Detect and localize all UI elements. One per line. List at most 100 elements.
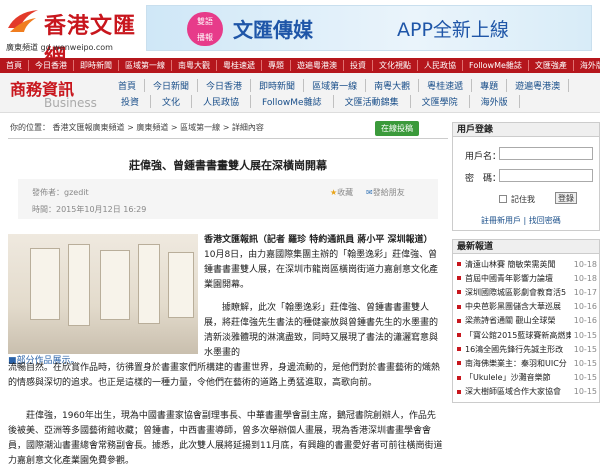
section-nav-item[interactable]: 粵桂速遞 — [419, 78, 473, 92]
remember-checkbox[interactable] — [499, 195, 507, 203]
section-nav-item[interactable]: 南粵大觀 — [366, 78, 420, 92]
app-banner[interactable]: 雙語 播報 文匯傳媒 APP全新上線 — [146, 5, 592, 51]
nav-item[interactable]: 粵桂速遞 — [217, 60, 262, 71]
section-nav-item[interactable]: 專題 — [472, 78, 508, 92]
news-item[interactable]: 中央芭影黑團儲含大華巡展 10-16 — [453, 300, 599, 314]
news-title[interactable]: 清遠山林賽 簡敏荣需英聞 — [465, 259, 571, 270]
section-nav-item[interactable]: 即時新聞 — [251, 78, 305, 92]
news-title[interactable]: 「寶公館2015藍球賽新高燃東 — [465, 330, 571, 341]
section-nav-item[interactable]: 今日新聞 — [145, 78, 199, 92]
bullet-icon — [457, 375, 461, 380]
section-nav-item[interactable]: FollowMe雜誌 — [251, 94, 334, 108]
news-title[interactable]: 16鴻全國先鋒行先誠主形改 — [465, 344, 571, 355]
news-item[interactable]: 深大樹師區域合作大家協會 10-15 — [453, 385, 599, 399]
remember-label: 記住我 — [511, 195, 535, 204]
nav-item[interactable]: 專題 — [262, 60, 291, 71]
article: 莊偉強、曾鍾書書畫雙人展在深橫崗開幕 發佈者：gzedit 時間：2015年10… — [8, 138, 448, 473]
latest-news: 最新報道 清遠山林賽 簡敏荣需英聞 10-18 首屆中國青年影響力論壇 10-18 … — [452, 239, 600, 403]
nav-item[interactable]: 即時新聞 — [74, 60, 119, 71]
news-item[interactable]: 南海佛樂業主：秦羽和UIC分 10-15 — [453, 356, 599, 370]
breadcrumb-link[interactable]: 區域第一線 — [180, 123, 220, 132]
nav-item[interactable]: FollowMe雜誌 — [463, 60, 529, 71]
mail-icon: ✉ — [366, 188, 373, 197]
banner-brand: 文匯傳媒 — [233, 18, 313, 42]
banner-slogan: APP全新上線 — [397, 19, 509, 41]
bullet-icon — [457, 333, 461, 338]
breadcrumb-separator: > — [127, 123, 137, 132]
nav-item[interactable]: 人民政協 — [418, 60, 463, 71]
news-date: 10-15 — [573, 344, 597, 354]
nav-item[interactable]: 文匯強產 — [529, 60, 574, 71]
section-nav-row: 投資 文化 人民政協 FollowMe雜誌 文匯活動錦集 文匯學院 海外版 — [110, 93, 598, 109]
nav-item[interactable]: 投資 — [344, 60, 373, 71]
top-nav: 首頁 今日香港 即時新聞 區域第一線 南粵大觀 粵桂速遞 專題 遊遍粵港澳 投資… — [0, 58, 600, 73]
news-title[interactable]: 深大樹師區域合作大家協會 — [465, 386, 571, 397]
nav-item[interactable]: 文化視點 — [373, 60, 418, 71]
account-links[interactable]: 註冊新用戶 | 找回密碼 — [481, 215, 561, 226]
news-date: 10-16 — [573, 316, 597, 326]
painting-scroll — [68, 244, 90, 326]
breadcrumb-link[interactable]: 香港文匯報廣東頻道 — [53, 123, 125, 132]
section-nav-item[interactable]: 海外版 — [470, 94, 520, 108]
section-nav-item[interactable]: 遊遍粵港澳 — [507, 78, 570, 92]
section-nav-item[interactable]: 文匯學院 — [411, 94, 470, 108]
submit-article-button[interactable]: 在線投稿 — [375, 121, 419, 136]
news-title[interactable]: 南海佛樂業主：秦羽和UIC分 — [465, 358, 571, 369]
breadcrumb-separator: > — [222, 123, 232, 132]
news-date: 10-15 — [573, 330, 597, 340]
password-input[interactable] — [499, 169, 593, 182]
news-title[interactable]: 「Ukulele」沙灘音樂節 — [465, 372, 571, 383]
username-label: 用戶名： — [465, 152, 502, 162]
news-item[interactable]: 清遠山林賽 簡敏荣需英聞 10-18 — [453, 257, 599, 271]
logo-subtext: 廣東頻道 gd.wenweipo.com — [6, 43, 113, 52]
bullet-icon — [457, 304, 461, 309]
header: 香港文匯網 廣東頻道 gd.wenweipo.com 雙語 播報 文匯傳媒 AP… — [0, 0, 600, 71]
send-friend-link[interactable]: ✉發給朋友 — [366, 187, 405, 198]
section-nav-item[interactable]: 今日香港 — [198, 78, 252, 92]
login-button[interactable]: 登錄 — [555, 192, 577, 204]
nav-item[interactable]: 遊遍粵港澳 — [291, 60, 344, 71]
breadcrumb-link[interactable]: 廣東頻道 — [136, 123, 168, 132]
news-title[interactable]: 中央芭影黑團儲含大華巡展 — [465, 301, 571, 312]
news-title[interactable]: 深圳國際城區影劇會教育活5 — [465, 287, 571, 298]
news-item[interactable]: 首屆中國青年影響力論壇 10-18 — [453, 271, 599, 285]
article-lead: 香港文匯報訊（記者 羅珍 特約通訊員 蔣小平 深圳報道） — [204, 235, 433, 245]
news-title[interactable]: 首屆中國青年影響力論壇 — [465, 273, 571, 284]
nav-item[interactable]: 今日香港 — [29, 60, 74, 71]
section-nav-item[interactable]: 文化 — [151, 94, 193, 108]
news-title[interactable]: 梁燕詩省通關 觀山全球榮 — [465, 315, 571, 326]
banner-badge: 雙語 播報 — [187, 12, 223, 46]
news-date: 10-16 — [573, 302, 597, 312]
section-nav-item[interactable]: 首頁 — [110, 78, 146, 92]
section-nav-item[interactable]: 投資 — [110, 94, 152, 108]
news-date: 10-15 — [573, 358, 597, 368]
news-date: 10-18 — [573, 259, 597, 269]
news-item[interactable]: 16鴻全國先鋒行先誠主形改 10-15 — [453, 342, 599, 356]
section-nav-item[interactable]: 區域第一線 — [304, 78, 367, 92]
article-paragraph: 流暢自然。在欣賞作品時，彷彿置身於書畫家們所構建的書畫世界，身邊流動的，是他們對… — [8, 363, 441, 388]
news-date: 10-18 — [573, 273, 597, 283]
nav-item[interactable]: 首頁 — [0, 60, 29, 71]
nav-item[interactable]: 區域第一線 — [119, 60, 172, 71]
article-paragraph: 莊偉強，1960年出生，現為中國書畫家協會副理事長、中華書畫學會副主席，鵝冠書院… — [8, 411, 443, 466]
news-item[interactable]: 深圳國際城區影劇會教育活5 10-17 — [453, 285, 599, 299]
nav-item[interactable]: 南粵大觀 — [172, 60, 217, 71]
site-logo[interactable]: 香港文匯網 廣東頻道 gd.wenweipo.com — [4, 4, 144, 71]
news-item[interactable]: 「寶公館2015藍球賽新高燃東 10-15 — [453, 328, 599, 342]
painting-scroll — [30, 248, 60, 320]
article-poster: 發佈者：gzedit — [32, 188, 89, 197]
bullet-icon — [457, 276, 461, 281]
section-nav-item[interactable]: 人民政協 — [192, 94, 252, 108]
latest-news-title: 最新報道 — [452, 239, 600, 254]
painting-scroll — [100, 250, 130, 320]
painting-scroll — [168, 252, 194, 318]
password-label: 密 碼： — [465, 174, 502, 184]
section-nav-item[interactable]: 文匯活動錦集 — [334, 94, 411, 108]
nav-item[interactable]: 海外版 — [574, 60, 600, 71]
article-paragraph: 香港文匯報訊（記者 羅珍 特約通訊員 蔣小平 深圳報道） 10月8日，由力嘉國際集… — [204, 233, 440, 293]
username-input[interactable] — [499, 147, 593, 160]
bullet-icon — [457, 347, 461, 352]
news-item[interactable]: 「Ukulele」沙灘音樂節 10-15 — [453, 371, 599, 385]
favorite-link[interactable]: ★收藏 — [330, 187, 353, 198]
news-item[interactable]: 梁燕詩省通關 觀山全球榮 10-16 — [453, 314, 599, 328]
